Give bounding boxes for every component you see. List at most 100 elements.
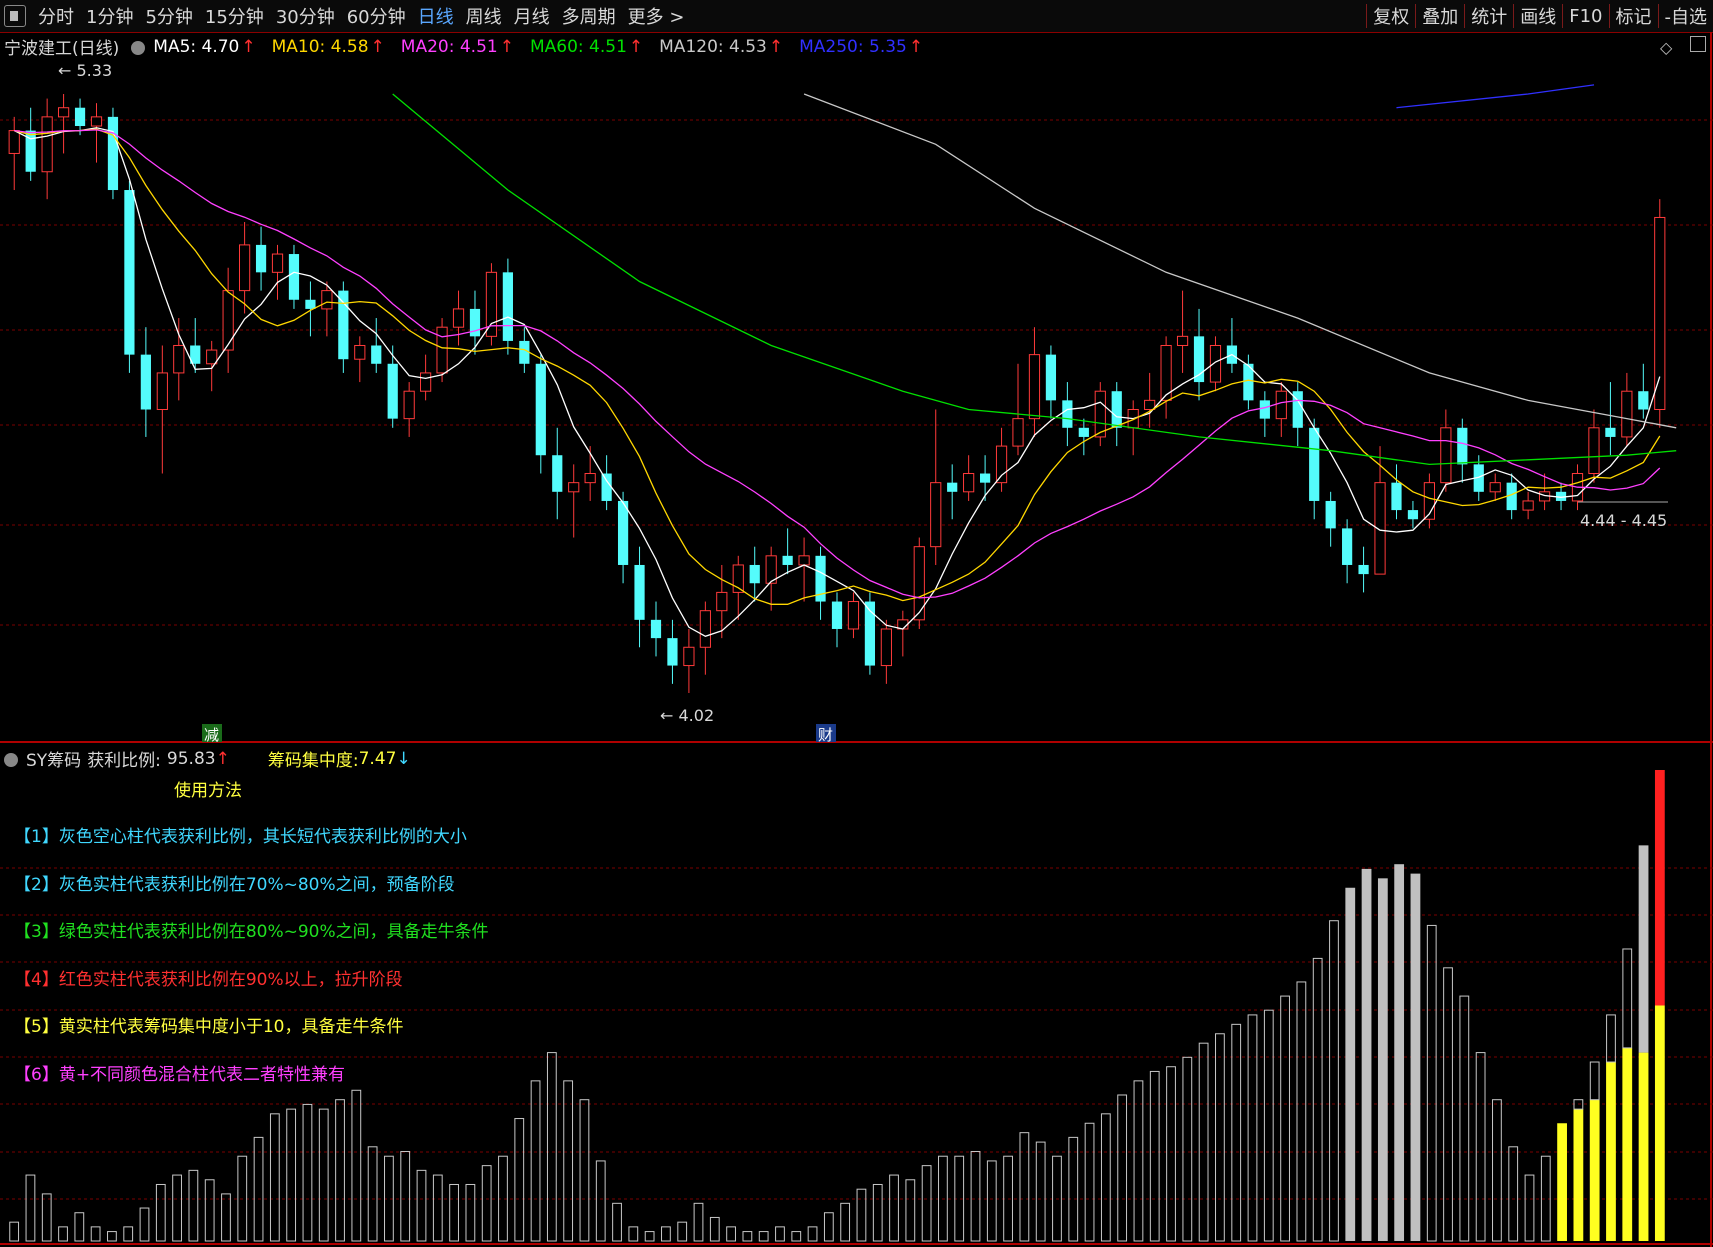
- profit-bar: [90, 1226, 101, 1242]
- ma-arrow: ↑: [241, 36, 256, 57]
- usage-note: 【5】黄实柱代表筹码集中度小于10，具备走牛条件: [14, 1017, 404, 1037]
- ma-legend-item: MA20: 4.51 ↑: [401, 37, 520, 57]
- profit-bar: [1361, 868, 1372, 1241]
- profit-bar: [644, 1231, 655, 1242]
- profit-bar: [123, 1226, 134, 1242]
- main-legend: 宁波建工(日线) MA5: 4.70 ↑ MA10: 4.58 ↑ MA20: 4.51…: [4, 34, 945, 60]
- candle-body: [798, 555, 810, 566]
- ma5-line: [13, 127, 1661, 638]
- settings-icon[interactable]: [131, 40, 146, 55]
- profit-bar: [807, 1226, 818, 1242]
- cai-marker: 财: [818, 726, 833, 744]
- conc-label: 筹码集中度:: [267, 751, 359, 771]
- profit-bar: [1394, 864, 1405, 1241]
- ma250-line: [1396, 84, 1595, 109]
- profit-arrow: ↑: [215, 748, 230, 769]
- candle-body: [403, 390, 415, 420]
- profit-bar: [367, 1146, 378, 1242]
- profit-bar: [351, 1089, 362, 1242]
- diamond-icon[interactable]: ◇: [1660, 38, 1672, 57]
- candle-body: [1028, 354, 1041, 420]
- profit-bar: [465, 1183, 476, 1242]
- profit-bar: [1182, 1056, 1193, 1242]
- maximize-icon[interactable]: [1690, 36, 1706, 52]
- profit-bar: [840, 1202, 851, 1242]
- candle-body: [321, 290, 333, 310]
- ma-arrow: ↑: [628, 36, 644, 57]
- candle-body: [288, 254, 300, 300]
- candle-body: [1078, 427, 1089, 437]
- profit-bar: [1198, 1042, 1209, 1242]
- candle-body: [41, 116, 53, 173]
- candle-body: [107, 116, 119, 191]
- profit-bar: [595, 1160, 606, 1242]
- profit-bar: [302, 1103, 313, 1242]
- candle-body: [667, 638, 678, 666]
- ma-label: MA120: 4.53: [659, 36, 767, 57]
- candle-body: [1457, 427, 1468, 465]
- candle-body: [650, 619, 662, 639]
- conc-bar: [1606, 1062, 1616, 1241]
- profit-bar: [318, 1108, 329, 1242]
- candle-body: [1325, 500, 1336, 529]
- ma-label: MA10: 4.58: [271, 36, 369, 57]
- candle-body: [222, 290, 234, 351]
- profit-bar: [9, 1221, 20, 1242]
- candle-body: [1391, 482, 1402, 511]
- profit-bar: [1280, 995, 1290, 1242]
- profit-bar: [1524, 1174, 1535, 1242]
- candle-body: [1275, 390, 1287, 420]
- candle-body: [1407, 510, 1419, 520]
- profit-bar: [775, 1226, 785, 1242]
- profit-bar: [286, 1108, 297, 1242]
- candle-body: [57, 107, 70, 118]
- candle-body: [634, 564, 645, 620]
- ma-legend-item: MA10: 4.58 ↑: [272, 37, 391, 57]
- profit-bar: [1426, 924, 1437, 1242]
- candle-body: [1176, 335, 1189, 346]
- candle-body: [699, 610, 711, 648]
- ma-arrow: ↑: [499, 36, 514, 57]
- profit-bar: [1117, 1094, 1128, 1242]
- candle-body: [124, 190, 135, 355]
- ma-arrow: ↑: [908, 36, 924, 57]
- profit-bar: [25, 1174, 36, 1242]
- ma-legend: MA5: 4.70 ↑ MA10: 4.58 ↑ MA20: 4.51 ↑ MA60: 4.…: [153, 37, 939, 57]
- profit-label: 获利比例:: [87, 751, 161, 771]
- candle-body: [173, 344, 185, 374]
- profit-bar: [530, 1080, 541, 1242]
- profit-bar: [661, 1226, 671, 1242]
- conc-bar: [1654, 1005, 1665, 1241]
- candle-body: [502, 272, 513, 341]
- candle-body: [1111, 391, 1122, 428]
- ma-arrow: ↑: [370, 36, 385, 57]
- candle-body: [90, 116, 103, 127]
- candle-body: [354, 344, 366, 360]
- conc-value: 7.47: [358, 748, 397, 769]
- conc-bar: [1557, 1123, 1567, 1241]
- sub-legend: SY筹码 获利比例: 95.83 ↑ 筹码集中度: 7.47 ↓: [4, 746, 417, 771]
- profit-value: 95.83: [166, 748, 216, 769]
- profit-bar: [449, 1183, 459, 1242]
- profit-bar: [1149, 1070, 1160, 1242]
- profit-bar: [1345, 887, 1356, 1241]
- candle-body: [452, 308, 465, 328]
- candle-body: [617, 500, 629, 565]
- profit-bar: [1377, 878, 1388, 1241]
- candle-body: [1621, 390, 1633, 438]
- collapse-icon[interactable]: [4, 752, 18, 767]
- profit-bar: [791, 1231, 802, 1242]
- profit-bar: [1247, 1014, 1258, 1242]
- candle-body: [436, 326, 448, 374]
- candle-body: [880, 628, 892, 667]
- candle-body: [1209, 344, 1222, 383]
- usage-note: 【3】绿色实柱代表获利比例在80%~90%之间，具备走牛条件: [14, 922, 489, 942]
- profit-bar: [856, 1188, 867, 1242]
- candle-body: [1489, 482, 1501, 493]
- candle-body: [1309, 427, 1320, 501]
- candle-body: [305, 299, 316, 309]
- profit-bar: [1035, 1141, 1046, 1242]
- profit-bar: [253, 1136, 264, 1242]
- candle-body: [271, 253, 284, 273]
- candle-body: [420, 372, 432, 392]
